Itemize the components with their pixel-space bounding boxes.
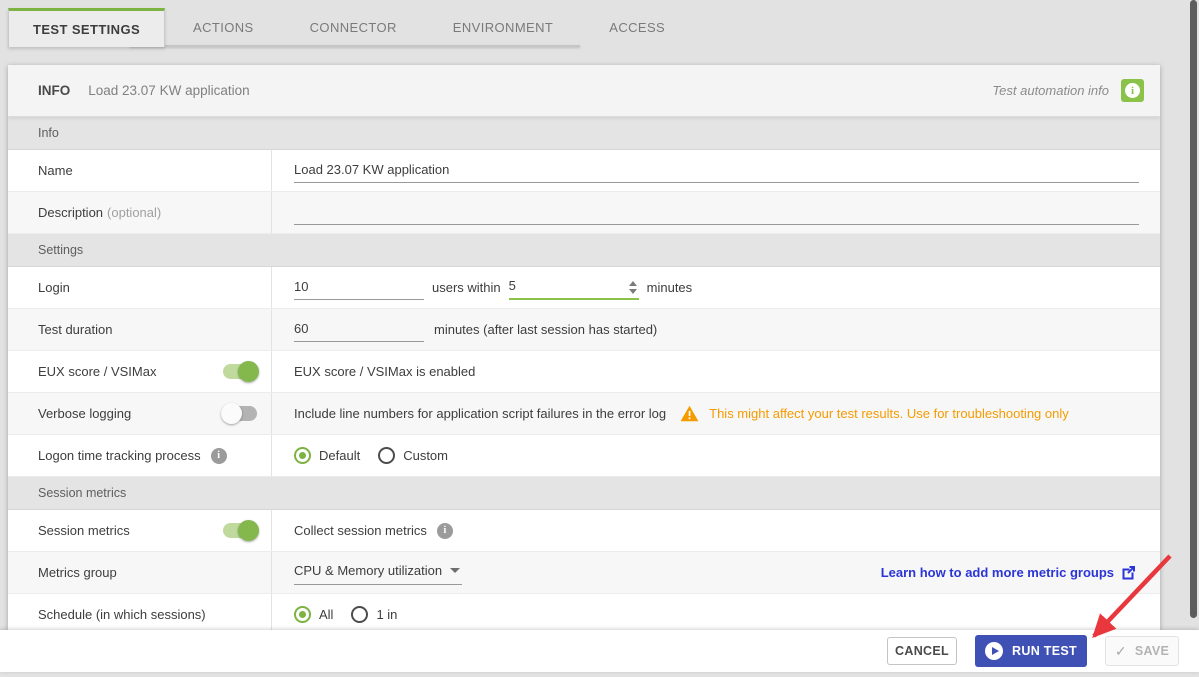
eux-toggle[interactable] <box>223 364 257 379</box>
section-info-heading: Info <box>38 126 59 140</box>
name-label: Name <box>38 163 73 178</box>
verbose-description: Include line numbers for application scr… <box>294 406 666 421</box>
session-metrics-label: Session metrics <box>38 523 130 538</box>
test-title: Load 23.07 KW application <box>88 83 249 98</box>
test-automation-info-icon[interactable]: i <box>1121 79 1144 102</box>
description-input[interactable] <box>294 201 1139 225</box>
tab-actions[interactable]: ACTIONS <box>165 8 282 47</box>
schedule-one-in-label: 1 in <box>376 607 397 622</box>
row-session-metrics: Session metrics Collect session metrics … <box>8 510 1160 552</box>
vertical-scrollbar[interactable] <box>1190 0 1197 677</box>
row-login: Login users within minutes <box>8 267 1160 309</box>
section-settings-heading: Settings <box>38 243 83 257</box>
tab-connector[interactable]: CONNECTOR <box>282 8 425 47</box>
row-name: Name <box>8 150 1160 192</box>
radio-selected-icon <box>294 447 311 464</box>
action-footer: CANCEL RUN TEST ✓ SAVE <box>0 630 1199 672</box>
section-session-metrics: Session metrics <box>8 477 1160 510</box>
description-label: Description <box>38 205 103 220</box>
logon-tracking-custom-label: Custom <box>403 448 448 463</box>
run-test-button-label: RUN TEST <box>1012 644 1077 658</box>
tab-bar: TEST SETTINGS ACTIONS CONNECTOR ENVIRONM… <box>8 8 693 47</box>
metric-groups-link[interactable]: Learn how to add more metric groups <box>881 565 1114 580</box>
info-header: INFO Load 23.07 KW application Test auto… <box>8 65 1160 117</box>
play-icon <box>985 642 1003 660</box>
logon-tracking-radio-default[interactable]: Default <box>294 447 360 464</box>
session-metrics-toggle[interactable] <box>223 523 257 538</box>
row-logon-tracking: Logon time tracking process i Default Cu… <box>8 435 1160 477</box>
login-label: Login <box>38 280 70 295</box>
metrics-group-value: CPU & Memory utilization <box>294 563 442 578</box>
tab-access[interactable]: ACCESS <box>581 8 693 47</box>
schedule-radio-one-in[interactable]: 1 in <box>351 606 397 623</box>
minutes-label: minutes <box>647 280 693 295</box>
check-icon: ✓ <box>1115 643 1127 660</box>
radio-unselected-icon <box>351 606 368 623</box>
schedule-radio-all[interactable]: All <box>294 606 333 623</box>
row-description: Description (optional) <box>8 192 1160 234</box>
section-session-metrics-heading: Session metrics <box>38 486 126 500</box>
login-users-input[interactable] <box>294 276 424 300</box>
external-link-icon[interactable] <box>1121 565 1136 580</box>
tab-environment[interactable]: ENVIRONMENT <box>425 8 581 47</box>
radio-unselected-icon <box>378 447 395 464</box>
verbose-logging-toggle[interactable] <box>223 406 257 421</box>
tab-test-settings[interactable]: TEST SETTINGS <box>8 8 165 47</box>
radio-selected-icon <box>294 606 311 623</box>
login-minutes-field <box>509 275 639 300</box>
login-minutes-input[interactable] <box>509 275 627 296</box>
eux-label: EUX score / VSIMax <box>38 364 156 379</box>
section-info: Info <box>8 117 1160 150</box>
verbose-warning-text: This might affect your test results. Use… <box>709 406 1069 421</box>
row-test-duration: Test duration minutes (after last sessio… <box>8 309 1160 351</box>
row-schedule: Schedule (in which sessions) All 1 in <box>8 594 1160 630</box>
test-duration-label: Test duration <box>38 322 112 337</box>
section-settings: Settings <box>8 234 1160 267</box>
chevron-down-icon <box>450 568 460 573</box>
description-optional-label: (optional) <box>107 205 161 220</box>
row-metrics-group: Metrics group CPU & Memory utilization L… <box>8 552 1160 594</box>
schedule-all-label: All <box>319 607 333 622</box>
name-input[interactable] <box>294 159 1139 183</box>
scrollbar-thumb[interactable] <box>1190 0 1197 618</box>
session-metrics-description: Collect session metrics <box>294 523 427 538</box>
eux-description: EUX score / VSIMax is enabled <box>294 364 475 379</box>
info-icon[interactable]: i <box>437 523 453 539</box>
info-badge: INFO <box>38 83 70 98</box>
verbose-logging-label: Verbose logging <box>38 406 131 421</box>
metrics-group-label: Metrics group <box>38 565 117 580</box>
number-stepper-icon[interactable] <box>627 281 639 296</box>
logon-tracking-radio-custom[interactable]: Custom <box>378 447 448 464</box>
metrics-group-dropdown[interactable]: CPU & Memory utilization <box>294 560 462 585</box>
info-icon[interactable]: i <box>211 448 227 464</box>
logon-tracking-label: Logon time tracking process <box>38 448 201 463</box>
users-within-label: users within <box>432 280 501 295</box>
save-button[interactable]: ✓ SAVE <box>1105 636 1179 666</box>
test-automation-info-label: Test automation info <box>992 83 1109 98</box>
cancel-button[interactable]: CANCEL <box>887 637 957 665</box>
save-button-label: SAVE <box>1135 644 1169 658</box>
row-verbose-logging: Verbose logging Include line numbers for… <box>8 393 1160 435</box>
logon-tracking-default-label: Default <box>319 448 360 463</box>
test-settings-panel: INFO Load 23.07 KW application Test auto… <box>8 65 1160 630</box>
row-eux: EUX score / VSIMax EUX score / VSIMax is… <box>8 351 1160 393</box>
test-duration-suffix-label: minutes (after last session has started) <box>434 322 657 337</box>
schedule-label: Schedule (in which sessions) <box>38 607 206 622</box>
warning-icon <box>680 405 699 422</box>
test-duration-input[interactable] <box>294 318 424 342</box>
run-test-button[interactable]: RUN TEST <box>975 635 1087 667</box>
